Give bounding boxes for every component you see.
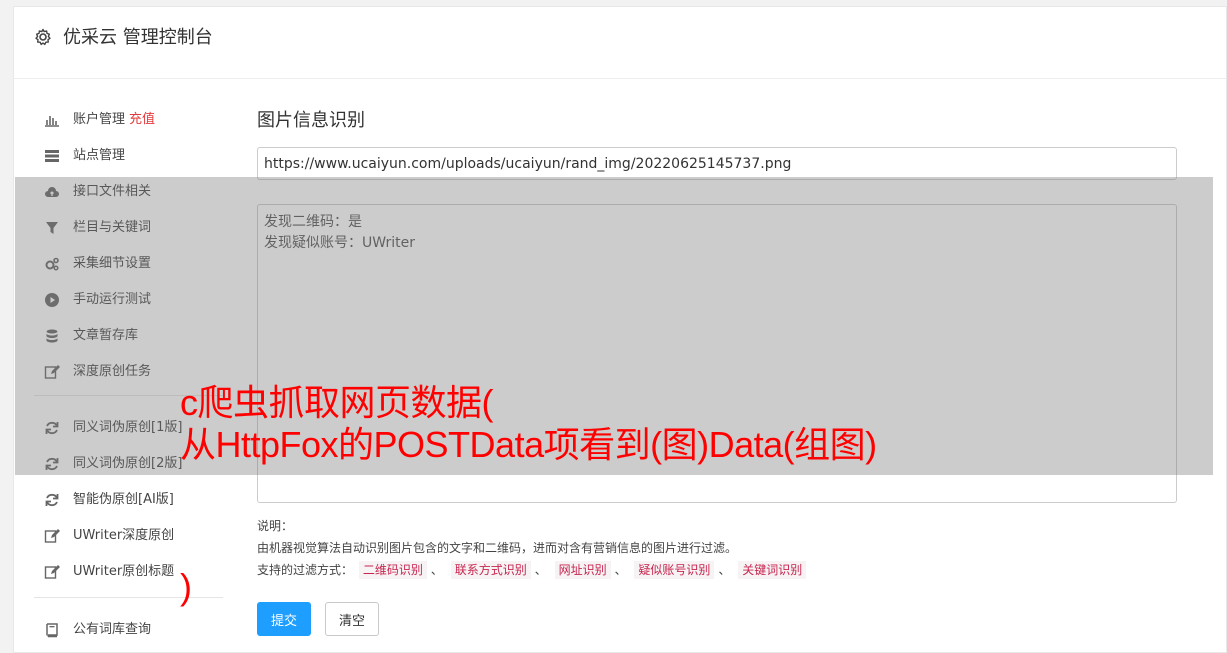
sidebar-item-label: UWriter深度原创: [73, 528, 175, 543]
notes-description: 由机器视觉算法自动识别图片包含的文字和二维码，进而对含有营销信息的图片进行过滤。: [257, 541, 738, 555]
sidebar-item-label: 公有词库查询: [73, 622, 152, 637]
sidebar-item-label: 智能伪原创[AI版]: [73, 492, 174, 507]
filter-separator: 、: [430, 563, 443, 577]
submit-button[interactable]: 提交: [257, 602, 311, 636]
page-header: 优采云 管理控制台: [14, 7, 1226, 79]
sidebar-item-ai-rewrite[interactable]: 智能伪原创[AI版]: [14, 485, 224, 515]
notes-section: 说明： 由机器视觉算法自动识别图片包含的文字和二维码，进而对含有营销信息的图片进…: [257, 515, 1177, 581]
filter-methods: 支持的过滤方式： 二维码识别、 联系方式识别、 网址识别、 疑似账号识别、 关键…: [257, 559, 1177, 581]
filter-tag-url: 网址识别: [554, 561, 611, 579]
page-title: 优采云 管理控制台: [63, 27, 213, 48]
watermark-line: c爬虫抓取网页数据(: [180, 382, 494, 423]
book-icon: [46, 623, 58, 638]
sidebar-divider: [34, 597, 223, 598]
watermark-caption: c爬虫抓取网页数据( 从HttpFox的POSTData项看到(图)Data(组…: [180, 382, 1190, 466]
watermark-tail: ): [180, 566, 192, 607]
edit-icon: [44, 565, 60, 579]
refresh-icon: [45, 493, 59, 507]
filter-tag-account: 疑似账号识别: [634, 561, 715, 579]
server-icon: [45, 150, 59, 162]
sidebar-item-label: 账户管理: [73, 112, 126, 127]
recharge-link[interactable]: 充值: [129, 112, 155, 127]
sidebar-item-uwriter-deep[interactable]: UWriter深度原创: [14, 521, 224, 551]
edit-icon: [44, 529, 60, 543]
filters-label: 支持的过滤方式：: [257, 563, 354, 577]
sidebar-item-account[interactable]: 账户管理 充值: [14, 105, 224, 135]
filter-separator: 、: [718, 563, 731, 577]
sidebar-item-sites[interactable]: 站点管理: [14, 141, 224, 171]
clear-button[interactable]: 清空: [325, 602, 379, 636]
filter-separator: 、: [534, 563, 547, 577]
filter-tag-contact: 联系方式识别: [450, 561, 531, 579]
watermark-line: 从HttpFox的POSTData项看到(图)Data(组图): [180, 424, 877, 465]
notes-heading: 说明：: [257, 519, 294, 533]
filter-tag-keyword: 关键词识别: [738, 561, 807, 579]
filter-tag-qrcode: 二维码识别: [358, 561, 427, 579]
bar-chart-icon: [45, 116, 59, 127]
section-title: 图片信息识别: [257, 110, 365, 131]
sidebar-item-public-lexicon[interactable]: 公有词库查询: [14, 615, 224, 645]
sidebar-item-uwriter-title[interactable]: UWriter原创标题: [14, 557, 224, 587]
filter-separator: 、: [614, 563, 627, 577]
sidebar-item-label: UWriter原创标题: [73, 564, 175, 579]
image-url-input[interactable]: [257, 147, 1177, 180]
sidebar-item-label: 站点管理: [73, 148, 126, 163]
gear-icon: [35, 28, 51, 46]
